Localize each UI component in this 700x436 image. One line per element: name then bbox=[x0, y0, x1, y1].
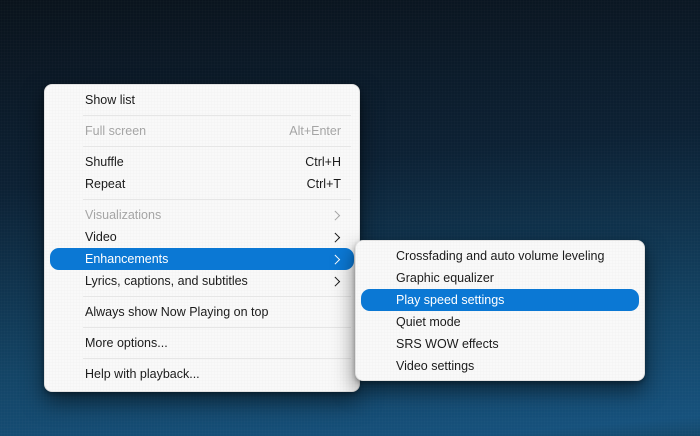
submenu-item-graphic-equalizer[interactable]: Graphic equalizer bbox=[361, 267, 639, 289]
submenu-item-play-speed-settings[interactable]: Play speed settings bbox=[361, 289, 639, 311]
menu-item-visualizations: Visualizations bbox=[50, 204, 354, 226]
shortcut-label: Alt+Enter bbox=[289, 124, 341, 138]
shortcut-label: Ctrl+T bbox=[307, 177, 341, 191]
menu-item-repeat[interactable]: Repeat Ctrl+T bbox=[50, 173, 354, 195]
shortcut-label: Ctrl+H bbox=[305, 155, 341, 169]
menu-item-label: Repeat bbox=[85, 177, 125, 191]
menu-item-video[interactable]: Video bbox=[50, 226, 354, 248]
menu-item-label: Crossfading and auto volume leveling bbox=[396, 249, 604, 263]
menu-separator bbox=[83, 199, 351, 200]
submenu-arrow-icon bbox=[330, 254, 339, 263]
now-playing-background: Show list Full screen Alt+Enter Shuffle … bbox=[0, 0, 700, 436]
menu-item-label: Lyrics, captions, and subtitles bbox=[85, 274, 248, 288]
menu-item-label: Help with playback... bbox=[85, 367, 200, 381]
menu-separator bbox=[83, 358, 351, 359]
submenu-arrow-icon bbox=[330, 232, 339, 241]
submenu-arrow-icon bbox=[330, 210, 339, 219]
menu-item-always-show-now-playing-on-top[interactable]: Always show Now Playing on top bbox=[50, 301, 354, 323]
menu-item-show-list[interactable]: Show list bbox=[50, 89, 354, 111]
menu-item-full-screen: Full screen Alt+Enter bbox=[50, 120, 354, 142]
menu-item-more-options[interactable]: More options... bbox=[50, 332, 354, 354]
menu-item-help-with-playback[interactable]: Help with playback... bbox=[50, 363, 354, 385]
menu-item-label: Play speed settings bbox=[396, 293, 504, 307]
context-menu: Show list Full screen Alt+Enter Shuffle … bbox=[44, 84, 360, 392]
menu-item-label: Full screen bbox=[85, 124, 146, 138]
menu-separator bbox=[83, 296, 351, 297]
menu-item-label: More options... bbox=[85, 336, 168, 350]
menu-separator bbox=[83, 115, 351, 116]
submenu-item-video-settings[interactable]: Video settings bbox=[361, 355, 639, 377]
menu-item-shuffle[interactable]: Shuffle Ctrl+H bbox=[50, 151, 354, 173]
menu-item-label: Enhancements bbox=[85, 252, 168, 266]
menu-item-label: Video bbox=[85, 230, 117, 244]
menu-item-label: Graphic equalizer bbox=[396, 271, 494, 285]
menu-separator bbox=[83, 146, 351, 147]
menu-item-label: Always show Now Playing on top bbox=[85, 305, 268, 319]
menu-item-label: Video settings bbox=[396, 359, 474, 373]
menu-item-label: SRS WOW effects bbox=[396, 337, 499, 351]
enhancements-submenu: Crossfading and auto volume leveling Gra… bbox=[355, 240, 645, 381]
menu-item-label: Visualizations bbox=[85, 208, 161, 222]
submenu-item-quiet-mode[interactable]: Quiet mode bbox=[361, 311, 639, 333]
menu-separator bbox=[83, 327, 351, 328]
submenu-item-crossfading-and-auto-volume-leveling[interactable]: Crossfading and auto volume leveling bbox=[361, 245, 639, 267]
submenu-arrow-icon bbox=[330, 276, 339, 285]
menu-item-label: Show list bbox=[85, 93, 135, 107]
menu-item-label: Shuffle bbox=[85, 155, 124, 169]
menu-item-lyrics-captions-subtitles[interactable]: Lyrics, captions, and subtitles bbox=[50, 270, 354, 292]
menu-item-enhancements[interactable]: Enhancements bbox=[50, 248, 354, 270]
submenu-item-srs-wow-effects[interactable]: SRS WOW effects bbox=[361, 333, 639, 355]
menu-item-label: Quiet mode bbox=[396, 315, 461, 329]
